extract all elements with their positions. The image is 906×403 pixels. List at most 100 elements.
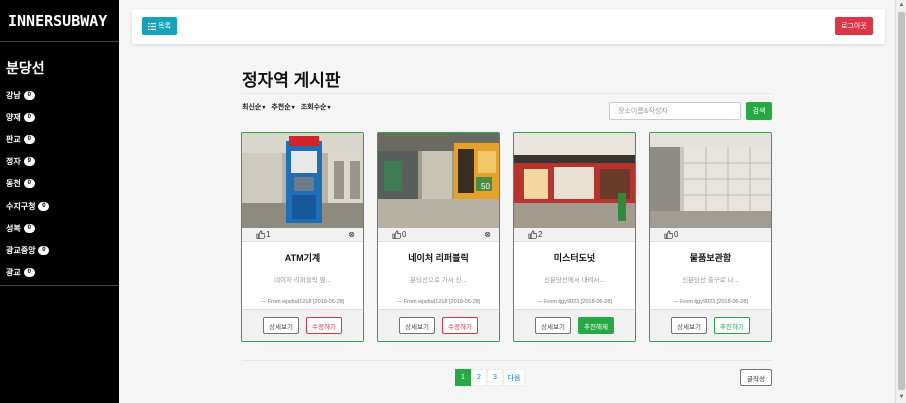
- pagination: 1 2 3 다음: [455, 369, 525, 386]
- brand-logo[interactable]: INNERSUBWAY: [0, 0, 119, 42]
- list-button[interactable]: 목록: [142, 17, 177, 35]
- search-button[interactable]: 검색: [746, 102, 772, 120]
- station-item-suji[interactable]: 수지구청 0: [0, 195, 119, 217]
- edit-button[interactable]: 수정하기: [442, 317, 478, 334]
- station-name: 성복: [6, 223, 21, 233]
- station-count-badge: 0: [23, 90, 35, 100]
- list-button-label: 목록: [158, 23, 171, 30]
- station-list: 강남 0 양재 0 판교 0 정자 9 동천 0 수지구청 0 성복 0 광교중앙 0 광교 0: [0, 84, 119, 284]
- page-title: 정자역 게시판: [242, 71, 341, 90]
- delete-icon[interactable]: ⊗: [348, 230, 355, 239]
- card-description: 신분당선 출구로 나...: [682, 277, 739, 284]
- thumbs-up-icon: [664, 230, 673, 239]
- post-card: 50 0 ⊗ 네이처 리퍼블릭 분당선으로 가서 신... — From wjs…: [377, 132, 500, 342]
- like-button[interactable]: 0: [664, 230, 678, 239]
- sort-recommend-dropdown[interactable]: 추천순: [271, 102, 294, 112]
- thumbs-up-icon: [528, 230, 537, 239]
- scroll-up-arrow-icon[interactable]: ▲: [896, 0, 906, 11]
- station-item-gangnam[interactable]: 강남 0: [0, 84, 119, 106]
- post-card: 2 미스터도넛 신분당선에서 내려서... — From tjgy9023 [2…: [513, 132, 636, 342]
- card-title: 물품보관함: [689, 253, 732, 263]
- post-card: 0 물품보관함 신분당선 출구로 나... — From tjgy9023 [2…: [649, 132, 772, 342]
- card-author: — From wjsdud1218 [2018-06-28]: [260, 299, 345, 305]
- station-item-yangjae[interactable]: 양재 0: [0, 106, 119, 128]
- svg-text:50: 50: [481, 182, 490, 191]
- station-name: 광교중앙: [6, 245, 36, 255]
- like-count: 2: [538, 230, 543, 239]
- unrecommend-button[interactable]: 추천해제: [578, 317, 614, 334]
- page-2-link[interactable]: 2: [471, 369, 487, 386]
- station-item-seongbok[interactable]: 성복 0: [0, 217, 119, 239]
- sort-options: 최신순 추천순 조회수순: [242, 102, 330, 112]
- station-count-badge: 0: [23, 134, 35, 144]
- station-name: 판교: [6, 134, 21, 144]
- station-item-dongcheon[interactable]: 동천 0: [0, 173, 119, 195]
- edit-button[interactable]: 수정하기: [306, 317, 342, 334]
- locker-photo[interactable]: [650, 133, 771, 228]
- card-meta-bar: 0 ⊗: [378, 228, 499, 242]
- sort-latest-dropdown[interactable]: 최신순: [242, 102, 265, 112]
- atm-photo[interactable]: [242, 133, 363, 228]
- post-card: 1 ⊗ ATM기계 네이처 리퍼블릭 옆... — From wjsdud121…: [241, 132, 364, 342]
- station-name: 동천: [6, 179, 21, 189]
- card-description: 네이처 리퍼블릭 옆...: [274, 277, 331, 284]
- title-divider: [242, 93, 772, 94]
- scroll-down-arrow-icon[interactable]: ▼: [896, 392, 906, 403]
- scrollbar[interactable]: ▲ ▼: [895, 0, 906, 403]
- card-meta-bar: 2: [514, 228, 635, 242]
- card-footer: 상세보기 추천해제: [514, 309, 635, 341]
- like-count: 0: [402, 230, 407, 239]
- search-input[interactable]: [609, 102, 741, 120]
- like-count: 1: [266, 230, 271, 239]
- card-footer: 상세보기 수정하기: [378, 309, 499, 341]
- like-button[interactable]: 0: [392, 230, 406, 239]
- station-name: 양재: [6, 112, 21, 122]
- station-count-badge: 9: [23, 157, 35, 167]
- logout-button[interactable]: 로그아웃: [835, 17, 873, 35]
- top-bar: 목록 로그아웃: [132, 9, 885, 44]
- detail-button[interactable]: 상세보기: [263, 317, 299, 334]
- delete-icon[interactable]: ⊗: [484, 230, 491, 239]
- station-item-jeongja[interactable]: 정자 9: [0, 151, 119, 173]
- station-count-badge: 0: [23, 179, 35, 189]
- detail-button[interactable]: 상세보기: [535, 317, 571, 334]
- store-photo[interactable]: 50: [378, 133, 499, 228]
- card-description: 분당선으로 가서 신...: [410, 277, 467, 284]
- detail-button[interactable]: 상세보기: [399, 317, 435, 334]
- station-name: 정자: [6, 157, 21, 167]
- page-3-link[interactable]: 3: [487, 369, 503, 386]
- card-meta-bar: 1 ⊗: [242, 228, 363, 242]
- sidebar: INNERSUBWAY 분당선 강남 0 양재 0 판교 0 정자 9 동천 0 수지구청…: [0, 0, 119, 403]
- sort-views-dropdown[interactable]: 조회수순: [301, 102, 331, 112]
- station-count-badge: 0: [23, 223, 35, 233]
- donut-photo[interactable]: [514, 133, 635, 228]
- station-name: 광교: [6, 268, 21, 278]
- card-author: — From tjgy9023 [2018-06-28]: [673, 299, 748, 305]
- station-item-gwanggyo[interactable]: 광교 0: [0, 262, 119, 284]
- station-count-badge: 0: [23, 268, 35, 278]
- station-count-badge: 0: [23, 112, 35, 122]
- like-button[interactable]: 2: [528, 230, 542, 239]
- station-item-gwanggyo-jungang[interactable]: 광교중앙 0: [0, 239, 119, 261]
- like-button[interactable]: 1: [256, 230, 270, 239]
- card-title: 미스터도넛: [553, 253, 596, 263]
- thumbs-up-icon: [392, 230, 401, 239]
- card-meta-bar: 0: [650, 228, 771, 242]
- card-footer: 상세보기 추천하기: [650, 309, 771, 341]
- detail-button[interactable]: 상세보기: [671, 317, 707, 334]
- next-page-link[interactable]: 다음: [503, 369, 525, 386]
- like-count: 0: [674, 230, 679, 239]
- bottom-divider: [242, 360, 772, 361]
- card-author: — From tjgy9023 [2018-06-28]: [537, 299, 612, 305]
- recommend-button[interactable]: 추천하기: [714, 317, 750, 334]
- card-description: 신분당선에서 내려서...: [543, 277, 606, 284]
- station-item-pangyo[interactable]: 판교 0: [0, 128, 119, 150]
- write-post-button[interactable]: 글작성: [740, 369, 772, 386]
- scrollbar-thumb[interactable]: [898, 12, 905, 390]
- station-count-badge: 0: [38, 201, 50, 211]
- station-count-badge: 0: [38, 245, 50, 255]
- sidebar-divider: [0, 285, 119, 286]
- page-1-link[interactable]: 1: [455, 369, 471, 386]
- card-footer: 상세보기 수정하기: [242, 309, 363, 341]
- card-title: 네이처 리퍼블릭: [408, 253, 469, 263]
